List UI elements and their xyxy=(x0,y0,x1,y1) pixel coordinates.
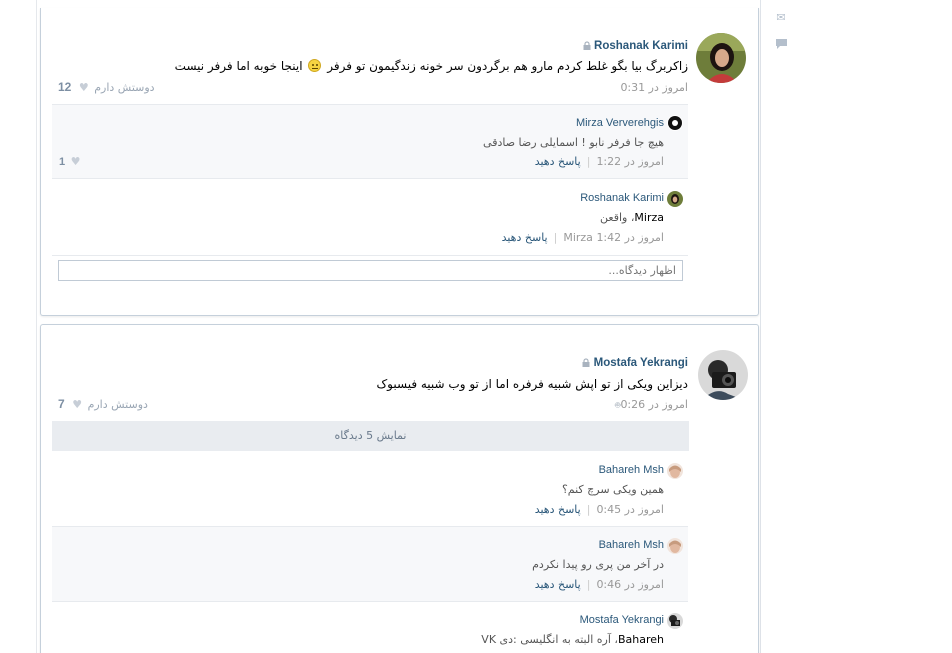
heart-icon: ♥ xyxy=(70,155,81,168)
comment-body: ، واقعن xyxy=(600,211,635,224)
author-avatar[interactable] xyxy=(696,33,746,83)
neutral-face-emoji-icon xyxy=(308,59,322,72)
post-author[interactable]: Mostafa Yekrangi xyxy=(576,357,688,369)
lock-icon xyxy=(583,41,591,50)
meta-separator: | xyxy=(586,155,591,168)
post-text-part1: زاکربرگ بیا بگو غلط کردم مارو هم برگردون… xyxy=(327,59,688,73)
like-count: 12 xyxy=(58,80,72,94)
comment-item: Mostafa Yekrangi Bahareh، آره البته به ا… xyxy=(52,602,688,653)
comment-text: همین ویکی سرچ کنم؟ xyxy=(561,483,664,496)
commenter-name[interactable]: Bahareh Msh xyxy=(599,539,664,551)
post-text-part2: اینجا خوبه اما فرفر نیست xyxy=(174,59,303,73)
reply-link[interactable]: پاسخ دهید xyxy=(535,578,581,591)
feed-right-border xyxy=(760,0,761,653)
commenter-avatar[interactable] xyxy=(667,115,683,131)
comment-text: Mirza، واقعن xyxy=(600,211,664,224)
post-text: زاکربرگ بیا بگو غلط کردم مارو هم برگردون… xyxy=(175,59,688,73)
comment-body: ، آره البته به انگلیسی :دی VK xyxy=(481,633,618,646)
envelope-icon[interactable]: ✉ xyxy=(775,12,787,23)
comment-like-button[interactable]: 1 ♥ xyxy=(59,155,83,168)
comment-item: Mirza Ververehgis هیچ جا فرفر نابو ! اسم… xyxy=(52,105,688,178)
meta-separator: | xyxy=(553,231,558,244)
comment-meta: امروز در 1:22 | پاسخ دهید xyxy=(535,155,664,168)
commenter-avatar[interactable] xyxy=(667,463,683,479)
comment-time[interactable]: امروز در 0:46 xyxy=(596,578,664,591)
commenter-avatar[interactable] xyxy=(667,538,683,554)
commenter-name[interactable]: Mirza Ververehgis xyxy=(576,117,664,129)
post-time[interactable]: امروز در 0:26 xyxy=(620,398,688,411)
mention-link[interactable]: Bahareh xyxy=(618,633,664,646)
like-count: 7 xyxy=(58,397,65,411)
news-feed: ✉ Roshanak Karimi زاکربرگ بیا بگو غلط کر… xyxy=(0,0,952,653)
like-label: دوستش دارم xyxy=(94,81,155,94)
speech-bubble-icon[interactable] xyxy=(775,39,787,49)
commenter-avatar[interactable] xyxy=(667,613,683,629)
reply-to-name[interactable]: Mirza xyxy=(563,231,593,244)
comments-divider xyxy=(52,255,688,256)
reply-link[interactable]: پاسخ دهید xyxy=(535,155,581,168)
post-timestamp[interactable]: امروز در 0:26🤖︎ xyxy=(612,398,688,412)
comment-meta: امروز در 1:42 Mirza | پاسخ دهید xyxy=(502,231,664,244)
comment-time[interactable]: امروز در 0:45 xyxy=(596,503,664,516)
meta-separator: | xyxy=(586,503,591,516)
feed-left-border xyxy=(36,0,37,653)
comment-text: Bahareh، آره البته به انگلیسی :دی VK xyxy=(481,633,664,646)
commenter-name[interactable]: Mostafa Yekrangi xyxy=(580,614,664,626)
commenter-avatar[interactable] xyxy=(667,191,683,207)
post-author[interactable]: Roshanak Karimi xyxy=(577,40,688,52)
comment-item: Bahareh Msh در آخر من پری رو پیدا نکردم … xyxy=(52,527,688,601)
lock-icon xyxy=(582,358,590,367)
heart-icon: ♥ xyxy=(72,398,83,411)
comment-item: Bahareh Msh همین ویکی سرچ کنم؟ امروز در … xyxy=(52,451,688,525)
commenter-name[interactable]: Bahareh Msh xyxy=(599,464,664,476)
show-comments-button[interactable]: نمایش 5 دیدگاه xyxy=(52,421,689,451)
like-button[interactable]: دوستش دارم ♥ 7 xyxy=(58,397,148,411)
reply-link[interactable]: پاسخ دهید xyxy=(502,231,548,244)
mention-link[interactable]: Mirza xyxy=(634,211,664,224)
post-author-name[interactable]: Roshanak Karimi xyxy=(594,40,688,52)
meta-separator: | xyxy=(586,578,591,591)
author-avatar[interactable] xyxy=(698,350,748,400)
comment-meta: امروز در 0:45 | پاسخ دهید xyxy=(535,503,664,516)
reply-link[interactable]: پاسخ دهید xyxy=(535,503,581,516)
post-timestamp[interactable]: امروز در 0:31 xyxy=(620,81,688,94)
post-card: Mostafa Yekrangi دیزاین ویکی از تو اپش ش… xyxy=(40,324,759,653)
like-button[interactable]: دوستش دارم ♥ 12 xyxy=(58,80,155,94)
commenter-name[interactable]: Roshanak Karimi xyxy=(580,192,664,204)
post-card: Roshanak Karimi زاکربرگ بیا بگو غلط کردم… xyxy=(40,8,759,316)
comment-like-count: 1 xyxy=(59,156,66,168)
post-author-name[interactable]: Mostafa Yekrangi xyxy=(594,357,688,369)
comment-time[interactable]: امروز در 1:22 xyxy=(596,155,664,168)
like-label: دوستش دارم xyxy=(87,398,148,411)
post-text: دیزاین ویکی از تو اپش شبیه فرفره اما از … xyxy=(376,377,688,391)
comment-text: در آخر من پری رو پیدا نکردم xyxy=(532,558,664,571)
comment-time[interactable]: امروز در 1:42 xyxy=(596,231,664,244)
comment-item: Roshanak Karimi Mirza، واقعن امروز در 1:… xyxy=(52,179,688,255)
comment-meta: امروز در 0:46 | پاسخ دهید xyxy=(535,578,664,591)
heart-icon: ♥ xyxy=(78,81,89,94)
comment-text: هیچ جا فرفر نابو ! اسمایلی رضا صادقی xyxy=(483,136,664,149)
comment-input[interactable] xyxy=(58,260,683,281)
